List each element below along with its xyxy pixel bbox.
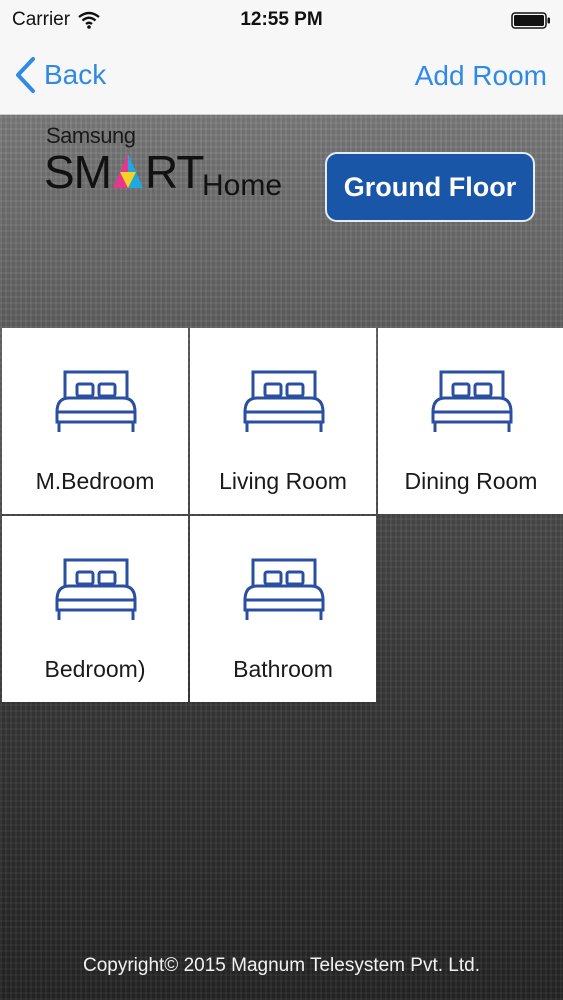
navigation-bar: Back Add Room	[0, 40, 563, 115]
add-room-button[interactable]: Add Room	[415, 60, 547, 92]
status-bar: Carrier 12:55 PM	[0, 0, 563, 40]
bed-icon	[55, 558, 137, 620]
main-content: Samsung SM RT Home Ground Floor M.Bedroo…	[0, 115, 563, 1000]
room-label: Living Room	[219, 468, 347, 494]
back-button[interactable]: Back	[14, 56, 106, 94]
logo-smart-right: RT	[145, 146, 204, 198]
logo-smart-left: SM	[44, 146, 112, 198]
room-tile[interactable]: Dining Room	[378, 328, 563, 514]
chevron-left-icon	[16, 57, 35, 93]
bed-icon	[55, 370, 137, 432]
room-label: M.Bedroom	[35, 468, 155, 494]
bed-icon	[243, 370, 325, 432]
room-label: Bathroom	[233, 656, 333, 682]
logo-triangle-icon	[113, 154, 143, 188]
logo-smart-text: SM RT	[44, 149, 204, 195]
copyright-footer: Copyright© 2015 Magnum Telesystem Pvt. L…	[82, 955, 480, 976]
bed-icon	[243, 558, 325, 620]
status-time: 12:55 PM	[240, 9, 323, 30]
room-label: Dining Room	[404, 468, 538, 494]
floor-selector-button[interactable]: Ground Floor	[325, 152, 535, 222]
room-label: Bedroom)	[44, 656, 146, 682]
samsung-smart-home-logo: Samsung SM RT Home	[44, 123, 306, 213]
back-label: Back	[44, 59, 107, 90]
room-tile[interactable]: M.Bedroom	[2, 328, 188, 514]
battery-icon	[511, 12, 550, 29]
room-tile[interactable]: Bathroom	[190, 516, 376, 702]
bed-icon	[431, 370, 513, 432]
room-tile[interactable]: Bedroom)	[2, 516, 188, 702]
room-tile[interactable]: Living Room	[190, 328, 376, 514]
logo-home-text: Home	[202, 169, 283, 202]
